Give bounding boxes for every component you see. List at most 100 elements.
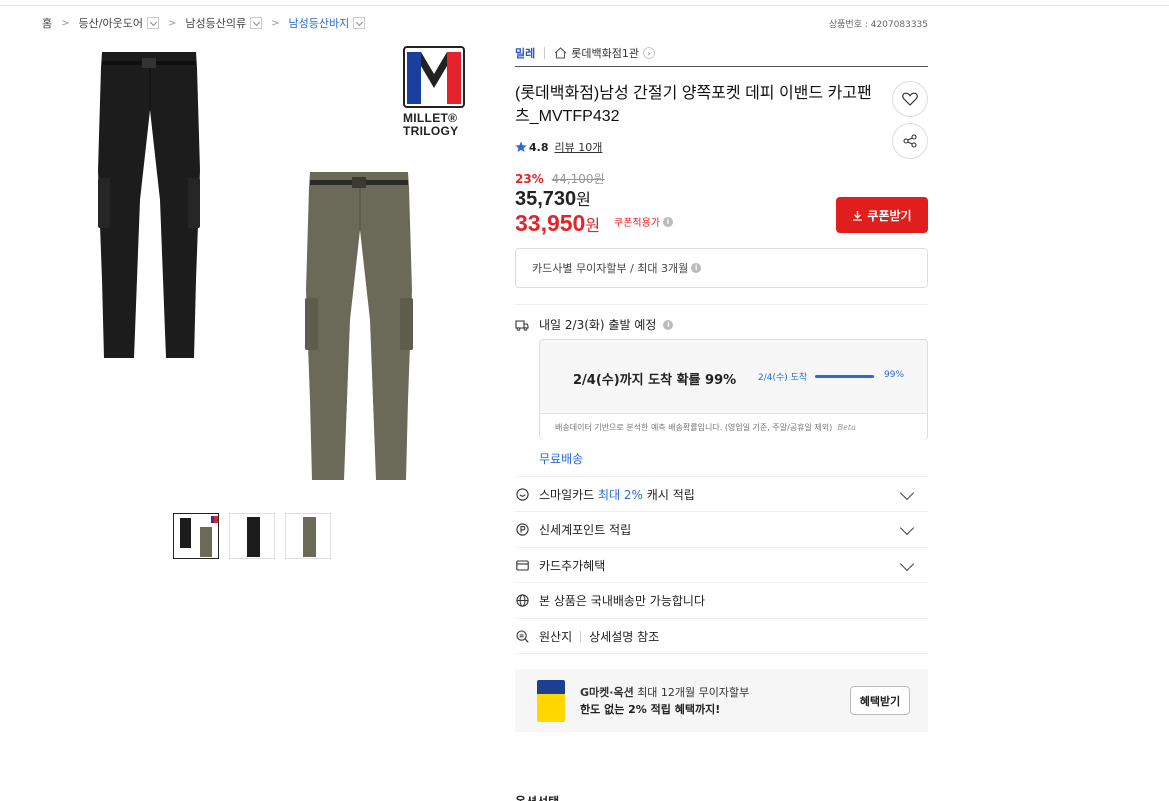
breadcrumb-level1-label: 등산/아웃도어 bbox=[78, 17, 143, 30]
review-link[interactable]: 리뷰 10개 bbox=[555, 139, 603, 155]
card-extra-text: 카드추가혜택 bbox=[539, 559, 606, 573]
thumbnail-image bbox=[247, 517, 260, 557]
coupon-price-label-text: 쿠폰적용가 bbox=[614, 218, 660, 229]
top-divider bbox=[0, 5, 1169, 6]
installment-text: 카드사별 무이자할부 / 최대 3개월 bbox=[532, 262, 689, 275]
point-icon bbox=[515, 523, 529, 537]
breadcrumb-level3[interactable]: 남성등산바지 bbox=[288, 15, 366, 31]
millet-trilogy-logo: MILLET® TRILOGY bbox=[403, 46, 467, 138]
truck-icon bbox=[515, 319, 529, 331]
origin-label: 원산지 bbox=[539, 630, 573, 644]
globe-icon bbox=[515, 594, 529, 608]
dispatch-text: 내일 2/3(화) 출발 예정 bbox=[539, 318, 657, 332]
divider bbox=[580, 631, 582, 642]
chevron-right-icon: > bbox=[61, 17, 70, 29]
smile-suffix: 캐시 적립 bbox=[646, 488, 695, 502]
chevron-down-icon[interactable] bbox=[899, 556, 915, 572]
home-icon bbox=[554, 47, 567, 59]
breadcrumb-level2-label: 남성등산의류 bbox=[185, 17, 247, 30]
coupon-price-unit: 원 bbox=[585, 218, 601, 235]
thumbnail-image bbox=[180, 516, 218, 557]
logo-text-line2: TRILOGY bbox=[403, 124, 459, 138]
info-icon[interactable]: i bbox=[691, 263, 702, 273]
free-shipping: 무료배송 bbox=[539, 452, 584, 466]
product-info-panel: 밀레 롯데백화점1관 › (롯데백화점)남성 간절기 양쪽포켓 데피 이밴드 카… bbox=[515, 40, 928, 732]
coupon-download-label: 쿠폰받기 bbox=[867, 208, 912, 223]
origin-value: 상세설명 참조 bbox=[589, 630, 660, 644]
product-number: 상품번호 : 4207083335 bbox=[828, 20, 928, 30]
domestic-shipping-notice: 본 상품은 국내배송만 가능합니다 bbox=[515, 583, 928, 618]
thumbnail-3[interactable] bbox=[285, 513, 331, 559]
download-icon bbox=[853, 210, 863, 221]
brand-row: 밀레 롯데백화점1관 › bbox=[515, 40, 928, 67]
arrival-progress-fill bbox=[815, 375, 875, 378]
star-icon bbox=[515, 141, 527, 152]
heart-icon bbox=[902, 92, 918, 106]
arrival-probability-main: 2/4(수)까지 도착 확률 99% bbox=[573, 373, 737, 388]
coupon-download-button[interactable]: 쿠폰받기 bbox=[836, 197, 928, 233]
chevron-down-icon[interactable] bbox=[353, 17, 366, 29]
brand-link[interactable]: 밀레 bbox=[515, 45, 535, 61]
smile-card-benefit[interactable]: 스마일카드 최대 2% 캐시 적립 bbox=[515, 477, 928, 512]
domestic-text: 본 상품은 국내배송만 가능합니다 bbox=[539, 594, 706, 608]
breadcrumb: 홈 > 등산/아웃도어 > 남성등산의류 > 남성등산바지 bbox=[42, 15, 366, 31]
thumbnail-1[interactable] bbox=[173, 513, 219, 559]
rating-score: 4.8 bbox=[529, 140, 549, 154]
chevron-right-icon: > bbox=[271, 17, 280, 29]
info-icon[interactable]: i bbox=[663, 216, 673, 227]
breadcrumb-home[interactable]: 홈 bbox=[42, 15, 52, 31]
info-icon[interactable]: i bbox=[663, 319, 674, 330]
arrival-progress-bar bbox=[815, 375, 875, 378]
installment-info[interactable]: 카드사별 무이자할부 / 최대 3개월 i bbox=[515, 248, 928, 288]
chevron-right-icon: > bbox=[167, 17, 177, 29]
breadcrumb-level3-label: 남성등산바지 bbox=[288, 17, 350, 30]
beta-label: Beta bbox=[837, 422, 856, 432]
thumbnail-2[interactable] bbox=[229, 513, 275, 559]
origin-info: 원산지 상세설명 참조 bbox=[515, 619, 928, 654]
smile-highlight: 최대 2% bbox=[598, 488, 643, 502]
coupon-price-label: 쿠폰적용가 i bbox=[614, 214, 673, 229]
smile-prefix: 스마일카드 bbox=[539, 488, 595, 502]
option-select-heading: 옵션선택 bbox=[515, 793, 559, 801]
sale-price: 35,730원 bbox=[515, 186, 591, 211]
thumbnail-image bbox=[303, 517, 316, 557]
store-name: 롯데백화점1관 bbox=[571, 47, 639, 60]
credit-card-image bbox=[537, 680, 565, 722]
original-price: 44,100원 bbox=[551, 172, 605, 186]
breadcrumb-level1[interactable]: 등산/아웃도어 bbox=[79, 15, 159, 31]
arrival-probability-box: 2/4(수)까지 도착 확률 99% 2/4(수) 도착 99% 배송데이터 기… bbox=[539, 339, 928, 440]
wishlist-button[interactable] bbox=[892, 81, 928, 117]
card-extra-benefit[interactable]: 카드추가혜택 bbox=[515, 548, 928, 583]
thumbnail-list bbox=[173, 513, 331, 559]
arrival-footnote: 배송데이터 기반으로 분석한 예측 배송확률입니다. (영업일 기준, 주말/공… bbox=[540, 413, 927, 440]
card-icon bbox=[515, 559, 529, 573]
store-link[interactable]: 롯데백화점1관 › bbox=[554, 45, 655, 61]
chevron-down-icon[interactable] bbox=[250, 17, 263, 29]
chevron-down-icon[interactable] bbox=[899, 485, 915, 501]
smile-icon bbox=[515, 488, 529, 502]
card-promo-banner[interactable]: G마켓·옥션 최대 12개월 무이자할부 한도 없는 2% 적립 혜택까지! 혜… bbox=[515, 669, 928, 732]
arrival-percent: 99% bbox=[884, 370, 905, 380]
discount-percent: 23% bbox=[515, 172, 544, 186]
get-benefit-button[interactable]: 혜택받기 bbox=[850, 686, 910, 715]
chevron-down-icon[interactable] bbox=[899, 520, 915, 536]
breadcrumb-level2[interactable]: 남성등산의류 bbox=[185, 15, 263, 31]
coupon-price-value: 33,950 bbox=[515, 210, 586, 236]
khaki-pants-image bbox=[305, 172, 413, 480]
promo-line2: 한도 없는 2% 적립 혜택까지! bbox=[580, 703, 721, 716]
millet-logo-mark bbox=[403, 46, 465, 108]
coupon-price: 33,950원 bbox=[515, 210, 600, 237]
black-pants-image bbox=[98, 52, 200, 358]
dispatch-info: 내일 2/3(화) 출발 예정 i bbox=[515, 316, 674, 333]
shinsegae-text: 신세계포인트 적립 bbox=[539, 523, 632, 537]
divider bbox=[544, 47, 546, 59]
shinsegae-point-benefit[interactable]: 신세계포인트 적립 bbox=[515, 512, 928, 547]
chevron-down-icon[interactable] bbox=[146, 17, 159, 29]
share-button[interactable] bbox=[892, 123, 928, 159]
arrival-footnote-text: 배송데이터 기반으로 분석한 예측 배송확률입니다. (영업일 기준, 주말/공… bbox=[555, 422, 833, 432]
chevron-right-icon: › bbox=[642, 47, 655, 59]
arrival-date-small: 2/4(수) 도착 bbox=[758, 373, 808, 383]
divider bbox=[515, 653, 928, 654]
share-icon bbox=[903, 134, 917, 148]
sale-price-value: 35,730 bbox=[515, 188, 577, 210]
